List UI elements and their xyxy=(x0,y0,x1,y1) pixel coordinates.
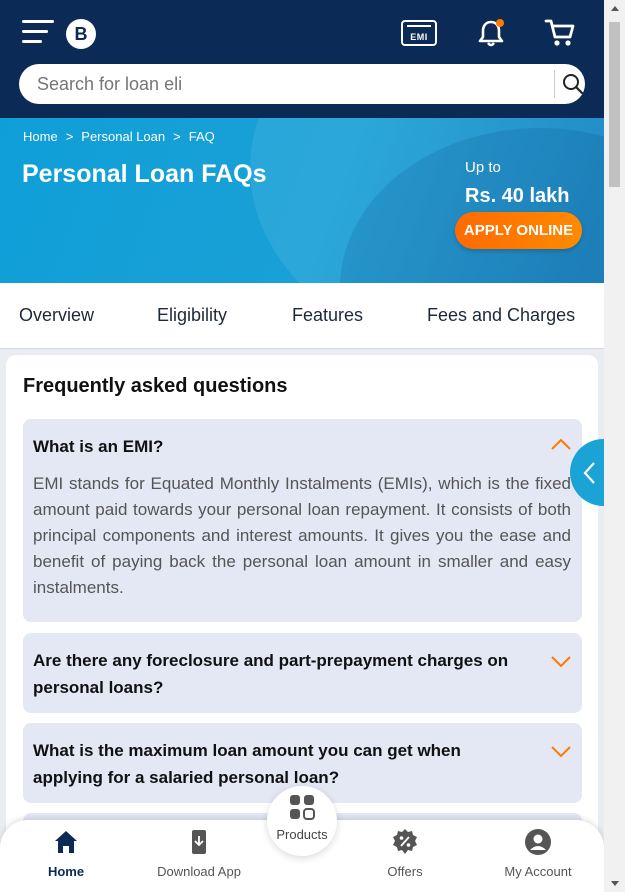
scrollbar-thumb[interactable] xyxy=(609,22,620,187)
faq-answer: EMI stands for Equated Monthly Instalmen… xyxy=(33,474,571,597)
menu-icon[interactable] xyxy=(22,20,56,46)
emi-calculator-icon[interactable]: EMI xyxy=(401,20,437,46)
faq-question: What is the maximum loan amount you can … xyxy=(33,741,461,787)
search-divider xyxy=(554,70,555,98)
emi-icon-label: EMI xyxy=(410,32,428,42)
breadcrumb-personal-loan[interactable]: Personal Loan xyxy=(81,129,165,144)
scroll-down-arrow-icon[interactable] xyxy=(611,881,619,886)
section-tabs: Overview Eligibility Features Fees and C… xyxy=(0,283,604,349)
chevron-up-icon[interactable] xyxy=(550,437,572,451)
chevron-down-icon[interactable] xyxy=(550,655,572,669)
products-button[interactable]: Products xyxy=(267,786,337,856)
offers-badge-icon xyxy=(393,829,417,854)
nav-offers-label: Offers xyxy=(387,864,423,879)
cart-icon[interactable] xyxy=(544,18,576,48)
faq-heading: Frequently asked questions xyxy=(23,375,288,397)
breadcrumb-separator: > xyxy=(173,129,181,144)
apply-online-button[interactable]: APPLY ONLINE xyxy=(455,212,582,249)
nav-account-label: My Account xyxy=(504,864,572,879)
search-icon[interactable] xyxy=(562,73,584,95)
chevron-left-icon xyxy=(583,462,595,484)
home-icon xyxy=(55,831,77,853)
breadcrumb-home[interactable]: Home xyxy=(23,129,58,144)
app-header: B EMI xyxy=(0,0,604,118)
page-title: Personal Loan FAQs xyxy=(22,160,267,188)
nav-my-account[interactable]: My Account xyxy=(483,820,593,892)
search-input[interactable] xyxy=(37,64,542,104)
download-app-icon xyxy=(192,830,206,854)
nav-download-label: Download App xyxy=(157,864,241,879)
tab-eligibility[interactable]: Eligibility xyxy=(157,305,227,326)
page-scrollbar[interactable] xyxy=(604,0,625,892)
scroll-up-arrow-icon[interactable] xyxy=(611,6,619,11)
user-account-icon xyxy=(525,829,551,855)
tab-fees-and-charges[interactable]: Fees and Charges xyxy=(427,305,575,326)
loan-upto-label: Up to xyxy=(465,159,501,176)
faq-item-expanded[interactable]: What is an EMI? EMI stands for Equated M… xyxy=(23,419,582,622)
search-bar xyxy=(19,64,585,104)
notification-bell-icon[interactable] xyxy=(476,18,506,48)
tab-features[interactable]: Features xyxy=(292,305,363,326)
products-grid-icon xyxy=(290,795,315,820)
chevron-down-icon[interactable] xyxy=(550,745,572,759)
nav-home-label: Home xyxy=(47,864,85,879)
breadcrumb-separator: > xyxy=(65,129,74,144)
breadcrumb: Home > Personal Loan > FAQ xyxy=(23,129,215,144)
tab-overview[interactable]: Overview xyxy=(19,305,94,326)
loan-amount: Rs. 40 lakh xyxy=(465,185,570,207)
faq-question: What is an EMI? xyxy=(33,437,164,456)
nav-offers[interactable]: Offers xyxy=(350,820,460,892)
brand-logo[interactable]: B xyxy=(66,19,96,49)
nav-home[interactable]: Home xyxy=(11,820,121,892)
page: B EMI Home > xyxy=(0,0,604,892)
hero-banner: Home > Personal Loan > FAQ Personal Loan… xyxy=(0,118,604,283)
nav-download-app[interactable]: Download App xyxy=(144,820,254,892)
products-label: Products xyxy=(276,827,328,842)
faq-question: Are there any foreclosure and part-prepa… xyxy=(33,651,509,697)
faq-item[interactable]: Are there any foreclosure and part-prepa… xyxy=(23,633,582,713)
breadcrumb-faq[interactable]: FAQ xyxy=(189,129,215,144)
